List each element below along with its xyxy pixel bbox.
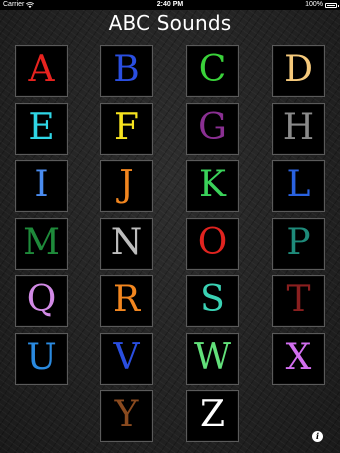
- letter-tile-b[interactable]: B: [100, 45, 153, 97]
- letter-tile-n[interactable]: N: [100, 218, 153, 270]
- letter-glyph: P: [286, 222, 311, 263]
- letter-glyph: T: [286, 279, 311, 320]
- letter-glyph: M: [23, 222, 60, 263]
- letter-tile-f[interactable]: F: [100, 103, 153, 155]
- letter-glyph: O: [197, 222, 228, 263]
- letter-tile-t[interactable]: T: [272, 275, 325, 327]
- letter-glyph: S: [200, 279, 225, 320]
- letter-glyph: X: [285, 337, 312, 378]
- letter-glyph: Y: [114, 394, 139, 435]
- letter-tile-e[interactable]: E: [15, 103, 68, 155]
- letter-tile-q[interactable]: Q: [15, 275, 68, 327]
- letter-glyph: V: [113, 337, 140, 378]
- letter-tile-g[interactable]: G: [186, 103, 239, 155]
- letter-tile-j[interactable]: J: [100, 160, 153, 212]
- letter-tile-c[interactable]: C: [186, 45, 239, 97]
- letter-tile-o[interactable]: O: [186, 218, 239, 270]
- status-bar: Carrier 2:40 PM 100%: [0, 0, 340, 10]
- letter-tile-i[interactable]: I: [15, 160, 68, 212]
- status-right: 100%: [305, 0, 339, 10]
- letter-glyph: A: [28, 49, 55, 90]
- letter-tile-l[interactable]: L: [272, 160, 325, 212]
- app-title: ABC Sounds: [108, 11, 232, 35]
- letter-tile-d[interactable]: D: [272, 45, 325, 97]
- letter-glyph: L: [286, 164, 311, 205]
- letter-glyph: I: [34, 164, 49, 205]
- letter-tile-w[interactable]: W: [186, 333, 239, 385]
- letter-glyph: C: [198, 49, 227, 90]
- letter-glyph: J: [119, 164, 134, 205]
- letter-glyph: Z: [199, 394, 225, 435]
- letter-glyph: W: [193, 337, 231, 378]
- letter-tile-h[interactable]: H: [272, 103, 325, 155]
- letter-glyph: Q: [26, 279, 57, 320]
- letter-glyph: U: [26, 337, 57, 378]
- letter-glyph: E: [28, 107, 55, 148]
- letter-tile-v[interactable]: V: [100, 333, 153, 385]
- battery-icon: [325, 3, 339, 8]
- letter-tile-r[interactable]: R: [100, 275, 153, 327]
- letter-tile-z[interactable]: Z: [186, 390, 239, 442]
- letter-glyph: R: [112, 279, 141, 320]
- letter-tile-u[interactable]: U: [15, 333, 68, 385]
- letter-glyph: G: [198, 107, 227, 148]
- letter-glyph: K: [199, 164, 226, 205]
- letter-glyph: B: [113, 49, 140, 90]
- letter-tile-a[interactable]: A: [15, 45, 68, 97]
- letter-glyph: F: [114, 107, 139, 148]
- letter-tile-k[interactable]: K: [186, 160, 239, 212]
- letter-glyph: N: [110, 222, 143, 263]
- info-icon[interactable]: i: [312, 431, 323, 442]
- status-time: 2:40 PM: [156, 1, 184, 8]
- letter-glyph: D: [284, 49, 313, 90]
- letter-tile-s[interactable]: S: [186, 275, 239, 327]
- letter-glyph: H: [282, 107, 315, 148]
- letter-tile-y[interactable]: Y: [100, 390, 153, 442]
- letter-tile-x[interactable]: X: [272, 333, 325, 385]
- letter-tile-p[interactable]: P: [272, 218, 325, 270]
- battery-percent: 100%: [305, 1, 323, 8]
- letter-tile-m[interactable]: M: [15, 218, 68, 270]
